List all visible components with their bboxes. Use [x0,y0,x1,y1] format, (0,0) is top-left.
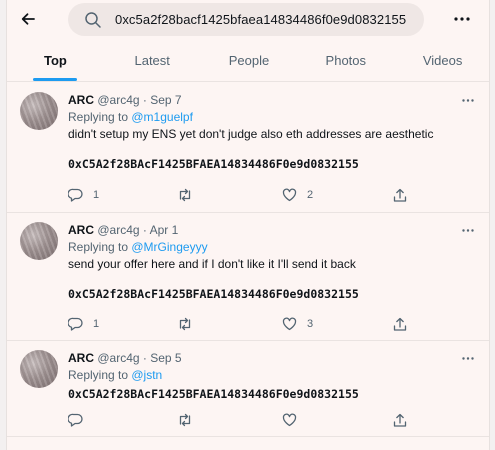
tweet-header: ARC @arc4g · Sep 5 [68,351,477,368]
retweet-icon [179,413,191,427]
like-button[interactable]: 2 [282,188,313,202]
mention-link[interactable]: @jstn [131,368,162,382]
tab-photos[interactable]: Photos [297,40,394,81]
replying-to: Replying to @m1guelpf [68,110,477,127]
author-name[interactable]: ARC [68,351,94,365]
author-name[interactable]: ARC [68,93,94,107]
search-input[interactable]: 0xc5a2f28bacf1425bfaea14834486f0e9d08321… [115,12,406,27]
tweet-actions [7,411,489,429]
share-icon [393,188,407,202]
more-options-button[interactable] [451,8,473,30]
mention-link[interactable]: @m1guelpf [131,110,193,124]
more-icon [454,17,470,21]
retweet-button[interactable] [177,188,203,202]
replying-to: Replying to @MrGingeyyy [68,240,477,257]
tab-latest[interactable]: Latest [104,40,201,81]
tweet-header: ARC @arc4g · Sep 7 [68,93,477,110]
tab-bar: Top Latest People Photos Videos [7,40,489,82]
tweet[interactable]: ARC @arc4g · Sep 5 Replying to @jstn 0xC… [7,341,489,437]
reply-icon [68,413,83,427]
retweet-button[interactable] [177,317,203,331]
search-bar[interactable]: 0xc5a2f28bacf1425bfaea14834486f0e9d08321… [68,3,424,36]
back-button[interactable] [17,8,39,30]
tweet-address: 0xC5A2f28BAcF1425BFAEA14834486F0e9d08321… [68,157,359,171]
separator-dot: · [142,351,147,365]
search-results-page: 0xc5a2f28bacf1425bfaea14834486f0e9d08321… [6,0,490,450]
replying-to-label: Replying to [68,240,132,254]
tweet-more-button[interactable] [459,349,477,367]
more-icon [462,356,474,360]
tweet[interactable]: ARC @arc4g · Sep 7 Replying to @m1guelpf… [7,83,489,213]
reply-icon [68,317,83,331]
retweet-button[interactable] [177,413,203,427]
tweet-more-button[interactable] [459,221,477,239]
reply-button[interactable] [68,413,93,427]
author-handle[interactable]: @arc4g [97,351,139,365]
reply-count: 1 [93,189,100,201]
avatar[interactable] [20,92,58,130]
replying-to: Replying to @jstn [68,368,477,385]
like-button[interactable] [282,413,307,427]
mention-link[interactable]: @MrGingeyyy [131,240,207,254]
top-bar: 0xc5a2f28bacf1425bfaea14834486f0e9d08321… [7,0,489,40]
like-icon [282,188,297,202]
tab-videos[interactable]: Videos [394,40,489,81]
more-icon [462,228,474,232]
tweet-more-button[interactable] [459,91,477,109]
tweet[interactable]: ARC @arc4g · Apr 1 Replying to @MrGingey… [7,213,489,341]
reply-button[interactable]: 1 [68,317,99,331]
like-count: 3 [307,318,314,330]
like-button[interactable]: 3 [282,317,313,331]
tweet-header: ARC @arc4g · Apr 1 [68,223,477,240]
tweet-address: 0xC5A2f28BAcF1425BFAEA14834486F0e9d08321… [68,287,359,301]
tweet-address: 0xC5A2f28BAcF1425BFAEA14834486F0e9d08321… [68,387,359,401]
share-button[interactable] [393,413,407,428]
back-arrow-icon [21,13,35,25]
share-button[interactable] [393,317,407,332]
avatar[interactable] [20,222,58,260]
retweet-icon [179,317,191,331]
retweet-icon [179,188,191,202]
reply-icon [68,188,83,202]
search-icon [84,11,102,29]
tab-people[interactable]: People [201,40,298,81]
tweet-text: send your offer here and if I don't like… [68,257,356,271]
replying-to-label: Replying to [68,110,132,124]
separator-dot: · [142,93,147,107]
like-icon [282,413,297,427]
reply-button[interactable]: 1 [68,188,99,202]
tweet-date[interactable]: Sep 7 [150,93,181,107]
separator-dot: · [142,223,147,237]
like-count: 2 [307,189,314,201]
like-icon [282,317,297,331]
tweet-actions: 1 2 [7,186,489,204]
tweet-actions: 1 3 [7,315,489,333]
author-handle[interactable]: @arc4g [97,93,139,107]
share-button[interactable] [393,188,407,203]
tweet-date[interactable]: Apr 1 [150,223,179,237]
more-icon [462,98,474,102]
avatar[interactable] [20,350,58,388]
replying-to-label: Replying to [68,368,132,382]
share-icon [393,413,407,427]
tweet-date[interactable]: Sep 5 [150,351,181,365]
author-handle[interactable]: @arc4g [97,223,139,237]
tab-top[interactable]: Top [7,40,104,81]
share-icon [393,317,407,331]
author-name[interactable]: ARC [68,223,94,237]
tweet-text: didn't setup my ENS yet don't judge also… [68,127,434,141]
reply-count: 1 [93,318,100,330]
